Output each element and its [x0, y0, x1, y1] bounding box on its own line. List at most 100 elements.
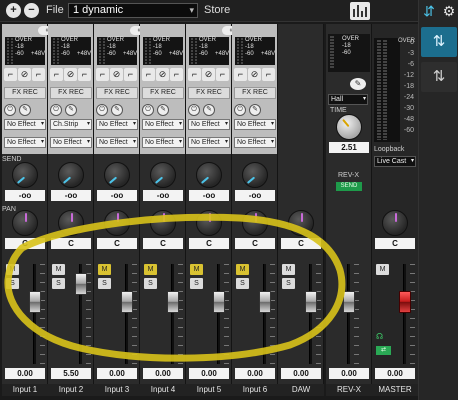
send-knob[interactable]: [196, 162, 222, 188]
effect-select[interactable]: No Effect ▾: [4, 119, 46, 130]
solo-button[interactable]: S: [52, 278, 65, 289]
pan-knob[interactable]: [196, 210, 222, 236]
channel-fader[interactable]: [121, 291, 133, 313]
hpf-button[interactable]: ⌐: [234, 68, 247, 81]
effect2-select[interactable]: No Effect ▾: [96, 137, 138, 148]
meter-bridge-icon[interactable]: [350, 2, 370, 20]
pan-knob[interactable]: [104, 210, 130, 236]
solo-button[interactable]: S: [282, 278, 295, 289]
channel-fader[interactable]: [259, 291, 271, 313]
solo-button[interactable]: S: [236, 278, 249, 289]
channel-fader[interactable]: [305, 291, 317, 313]
edit-icon[interactable]: ✎: [203, 104, 215, 116]
pan-knob[interactable]: [12, 210, 38, 236]
effect2-select[interactable]: No Effect ▾: [4, 137, 46, 148]
channel-fader[interactable]: [75, 273, 87, 295]
power-icon[interactable]: ⏻: [142, 104, 154, 116]
input-faders-icon[interactable]: ⇅: [421, 62, 457, 92]
send-knob[interactable]: [242, 162, 268, 188]
mute-button[interactable]: M: [144, 264, 157, 275]
effect2-select[interactable]: No Effect ▾: [188, 137, 230, 148]
loopback-select[interactable]: Live Cast ▾: [374, 156, 416, 167]
gear-icon[interactable]: ⚙: [441, 3, 457, 20]
effect2-select[interactable]: No Effect ▾: [234, 137, 276, 148]
channel-fader[interactable]: [167, 291, 179, 313]
pad-button[interactable]: ⌐: [170, 68, 183, 81]
pad-button[interactable]: ⌐: [216, 68, 229, 81]
pad-button[interactable]: ⌐: [32, 68, 45, 81]
master-mute-button[interactable]: M: [376, 264, 389, 275]
solo-button[interactable]: S: [144, 278, 157, 289]
edit-effect-icon[interactable]: ✎: [350, 78, 366, 90]
power-icon[interactable]: ⏻: [188, 104, 200, 116]
link-stereo-button[interactable]: ⇄: [376, 346, 391, 355]
power-icon[interactable]: ⏻: [96, 104, 108, 116]
add-button[interactable]: +: [6, 3, 21, 18]
pan-knob[interactable]: [288, 210, 314, 236]
phase-button[interactable]: ⊘: [110, 68, 123, 81]
power-icon[interactable]: ⏻: [234, 104, 246, 116]
edit-icon[interactable]: ✎: [111, 104, 123, 116]
pad-button[interactable]: ⌐: [262, 68, 275, 81]
mixer-sliders-icon[interactable]: ⇵: [421, 3, 437, 20]
effect2-select[interactable]: No Effect ▾: [142, 137, 184, 148]
edit-icon[interactable]: ✎: [249, 104, 261, 116]
pan-knob[interactable]: [150, 210, 176, 236]
channel-faders-icon[interactable]: ⇅: [421, 27, 457, 57]
file-select[interactable]: 1 dynamic ▾: [68, 3, 198, 18]
hpf-button[interactable]: ⌐: [50, 68, 63, 81]
hpf-button[interactable]: ⌐: [142, 68, 155, 81]
fx-rec-button[interactable]: FX REC: [50, 87, 92, 99]
effect-select[interactable]: No Effect ▾: [234, 119, 276, 130]
reverb-type-select[interactable]: Hall ▾: [328, 94, 368, 105]
send-knob[interactable]: [104, 162, 130, 188]
send-knob[interactable]: [150, 162, 176, 188]
effect-select[interactable]: No Effect ▾: [142, 119, 184, 130]
fx-rec-button[interactable]: FX REC: [4, 87, 46, 99]
pad-button[interactable]: ⌐: [124, 68, 137, 81]
solo-button[interactable]: S: [190, 278, 203, 289]
channel-fader[interactable]: [29, 291, 41, 313]
hpf-button[interactable]: ⌐: [188, 68, 201, 81]
fx-rec-button[interactable]: FX REC: [188, 87, 230, 99]
effect-select[interactable]: No Effect ▾: [96, 119, 138, 130]
pad-button[interactable]: ⌐: [78, 68, 91, 81]
edit-icon[interactable]: ✎: [19, 104, 31, 116]
phase-button[interactable]: ⊘: [248, 68, 261, 81]
solo-button[interactable]: S: [6, 278, 19, 289]
send-knob[interactable]: [58, 162, 84, 188]
mute-button[interactable]: M: [190, 264, 203, 275]
power-icon[interactable]: ⏻: [50, 104, 62, 116]
fx-rec-button[interactable]: FX REC: [142, 87, 184, 99]
effect-select[interactable]: No Effect ▾: [188, 119, 230, 130]
effect2-select[interactable]: No Effect ▾: [50, 137, 92, 148]
mute-button[interactable]: M: [282, 264, 295, 275]
phase-button[interactable]: ⊘: [202, 68, 215, 81]
channel-fader[interactable]: [213, 291, 225, 313]
revx-fader[interactable]: [343, 291, 355, 313]
pan-knob[interactable]: [58, 210, 84, 236]
send-knob[interactable]: [12, 162, 38, 188]
fx-rec-button[interactable]: FX REC: [96, 87, 138, 99]
mute-button[interactable]: M: [236, 264, 249, 275]
remove-button[interactable]: −: [24, 3, 39, 18]
master-pan-knob[interactable]: [382, 210, 408, 236]
solo-button[interactable]: S: [98, 278, 111, 289]
mute-button[interactable]: M: [98, 264, 111, 275]
master-fader[interactable]: [399, 291, 411, 313]
phase-button[interactable]: ⊘: [156, 68, 169, 81]
fx-rec-button[interactable]: FX REC: [234, 87, 276, 99]
store-button[interactable]: Store: [204, 4, 230, 16]
edit-icon[interactable]: ✎: [65, 104, 77, 116]
hpf-button[interactable]: ⌐: [96, 68, 109, 81]
mute-button[interactable]: M: [52, 264, 65, 275]
effect-select[interactable]: Ch.Strip ▾: [50, 119, 92, 130]
phase-button[interactable]: ⊘: [64, 68, 77, 81]
pan-knob[interactable]: [242, 210, 268, 236]
revx-send-button[interactable]: SEND: [336, 182, 362, 191]
power-icon[interactable]: ⏻: [4, 104, 16, 116]
edit-icon[interactable]: ✎: [157, 104, 169, 116]
mute-button[interactable]: M: [6, 264, 19, 275]
reverb-time-knob[interactable]: [336, 114, 362, 140]
hpf-button[interactable]: ⌐: [4, 68, 17, 81]
